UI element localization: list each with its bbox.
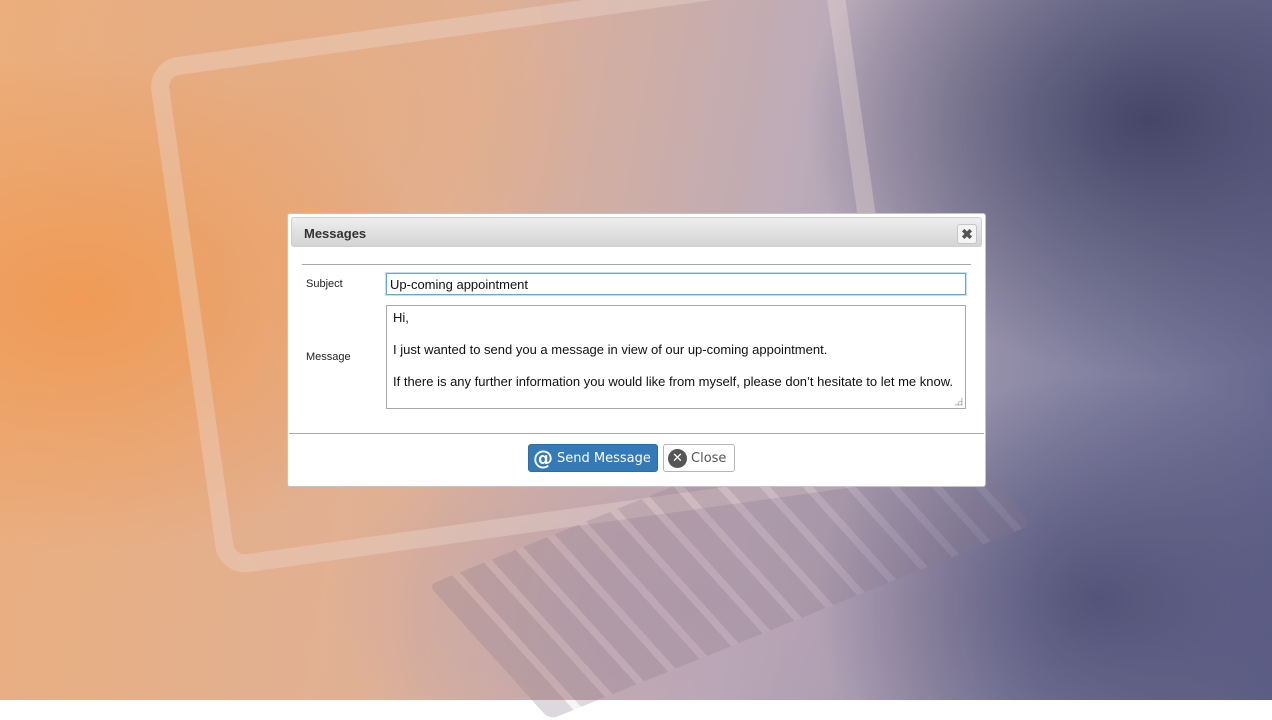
message-label: Message xyxy=(306,351,351,363)
dialog-titlebar: Messages ✖ xyxy=(291,217,982,247)
close-button[interactable]: ✕ Close xyxy=(663,444,735,472)
at-icon: @ xyxy=(533,446,553,470)
close-circle-icon: ✕ xyxy=(668,448,687,468)
resize-grip-icon[interactable] xyxy=(954,397,963,406)
send-message-label: Send Message xyxy=(557,450,651,466)
form-divider-top xyxy=(302,264,971,265)
send-message-button[interactable]: @ Send Message xyxy=(528,444,658,472)
message-line: I just wanted to send you a message in v… xyxy=(393,342,828,357)
message-textarea[interactable]: Hi, I just wanted to send you a message … xyxy=(386,305,966,409)
subject-input[interactable] xyxy=(385,272,967,296)
messages-dialog: Messages ✖ Subject Message Hi, I just wa… xyxy=(287,213,986,487)
message-line: If there is any further information you … xyxy=(393,374,953,389)
subject-label: Subject xyxy=(306,278,343,290)
dialog-title: Messages xyxy=(304,226,367,241)
close-label: Close xyxy=(691,450,727,466)
dialog-close-icon[interactable]: ✖ xyxy=(957,224,977,244)
form-divider-bottom xyxy=(289,433,984,434)
message-line: Hi, xyxy=(393,310,409,325)
